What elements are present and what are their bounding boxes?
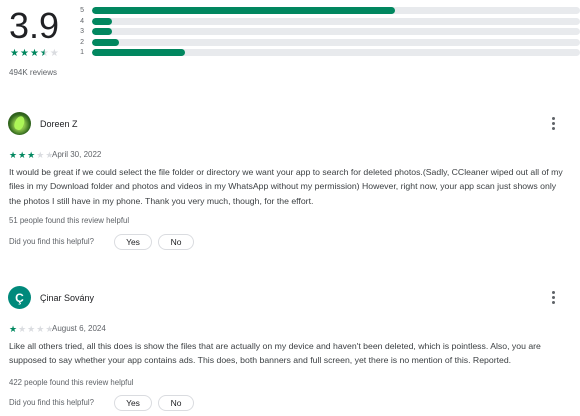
helpful-prompt: Did you find this helpful? [9, 398, 94, 407]
avatar [8, 112, 31, 135]
average-rating: 3.9 [9, 5, 60, 46]
rating-bar-track [92, 28, 580, 35]
star-icon: ★ [9, 324, 18, 334]
more-options-icon[interactable] [545, 288, 561, 306]
rating-bar-label: 2 [80, 38, 84, 46]
rating-bar-fill [92, 7, 395, 14]
rating-bar-label: 1 [80, 49, 84, 56]
review-date: April 30, 2022 [52, 150, 102, 159]
rating-bar-track [92, 49, 580, 56]
star-icon: ★ [27, 150, 36, 160]
review-stars: ★ ★ ★ ★ ★ [9, 325, 53, 334]
rating-bar-fill [92, 38, 119, 46]
reviewer-name: Çinar Sovány [40, 293, 95, 303]
rating-bar-track [92, 7, 580, 14]
star-icon: ★ [19, 48, 29, 59]
star-icon: ★ [29, 48, 39, 59]
star-icon: ★ [10, 48, 19, 59]
avatar-letter: Ç [8, 286, 31, 309]
star-icon: ★ [36, 324, 45, 334]
rating-distribution: 5 4 3 2 1 [76, 6, 580, 59]
rating-bar-fill [92, 49, 185, 56]
rating-bar-label: 4 [80, 17, 84, 25]
rating-bar-label: 3 [80, 28, 84, 35]
star-icon: ★ [18, 324, 27, 334]
rating-bar-row: 2 [76, 38, 580, 49]
rating-bar-fill [92, 28, 112, 35]
rating-bar-row: 1 [76, 48, 580, 59]
helpful-no-button[interactable]: No [158, 395, 194, 411]
helpful-count: 51 people found this review helpful [9, 216, 130, 225]
helpful-no-button[interactable]: No [158, 234, 194, 250]
star-icon: ★ [49, 48, 59, 59]
helpful-prompt: Did you find this helpful? [9, 237, 94, 246]
rating-bar-label: 5 [80, 7, 84, 14]
star-icon: ★ [39, 48, 49, 59]
average-rating-stars: ★ ★ ★ ★ ★ [10, 49, 59, 59]
helpful-yes-button[interactable]: Yes [114, 395, 152, 411]
avatar: Ç [8, 286, 31, 309]
review-text: Like all others tried, all this does is … [9, 341, 541, 366]
rating-bar-track [92, 38, 580, 46]
review-stars: ★ ★ ★ ★ ★ [9, 151, 53, 160]
star-icon: ★ [18, 150, 27, 160]
star-icon: ★ [9, 150, 18, 160]
helpful-yes-button[interactable]: Yes [114, 234, 152, 250]
rating-bar-track [92, 17, 580, 25]
rating-bar-row: 3 [76, 27, 580, 38]
rating-bar-fill [92, 17, 112, 25]
review-date: August 6, 2024 [52, 324, 106, 333]
review-text: It would be great if we could select the… [9, 167, 563, 206]
star-icon: ★ [27, 324, 36, 334]
avatar-image [8, 112, 31, 135]
rating-bar-row: 5 [76, 6, 580, 17]
rating-summary: 3.9 ★ ★ ★ ★ ★ 494K reviews 54321 [8, 2, 580, 80]
reviewer-name: Doreen Z [40, 119, 78, 129]
helpful-count: 422 people found this review helpful [9, 378, 134, 387]
review-count: 494K reviews [9, 68, 58, 77]
more-options-icon[interactable] [545, 114, 561, 132]
rating-bar-row: 4 [76, 17, 580, 28]
star-icon: ★ [36, 150, 45, 160]
